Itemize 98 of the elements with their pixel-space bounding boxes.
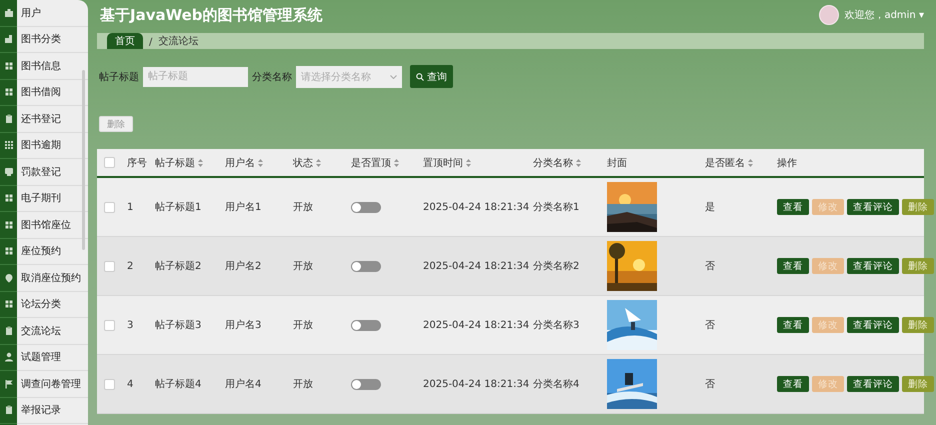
grid-icon	[4, 299, 14, 310]
breadcrumb-tab[interactable]: 首页	[107, 33, 143, 49]
grid-icon	[4, 220, 14, 230]
search-icon	[416, 72, 424, 80]
column-header: 状态	[293, 156, 313, 170]
pin-icon	[4, 272, 14, 283]
table-cell-text: 帖子标题4	[155, 378, 202, 391]
comments-button[interactable]: 查看评论	[847, 199, 899, 215]
table-cell-text: 4	[127, 378, 134, 390]
sidebar-item[interactable]: 论坛分类	[17, 292, 88, 318]
view-button[interactable]: 查看	[777, 199, 809, 215]
column-header: 置顶时间	[423, 156, 463, 170]
row-checkbox[interactable]	[104, 202, 115, 212]
sort-icon[interactable]	[394, 158, 399, 166]
field-label: 分类名称	[252, 70, 292, 84]
field-label: 帖子标题	[99, 70, 139, 84]
table-cell-text: 开放	[293, 201, 314, 214]
comments-button[interactable]: 查看评论	[847, 317, 899, 333]
table-cell-text: 2	[127, 260, 134, 272]
sort-icon[interactable]	[198, 158, 203, 166]
column-header: 用户名	[225, 156, 255, 170]
column-header: 帖子标题	[155, 156, 195, 170]
table-cell-text: 是	[705, 201, 716, 214]
table-cell-text: 2025-04-24 18:21:34	[423, 378, 530, 390]
grid-icon	[4, 193, 14, 204]
breadcrumb-item[interactable]: 交流论坛	[158, 34, 198, 49]
column-header: 是否置顶	[351, 156, 391, 170]
table-cell-text: 否	[705, 378, 716, 391]
table-cell-text: 开放	[293, 378, 314, 391]
view-button[interactable]: 查看	[777, 376, 809, 392]
table-cell-text: 开放	[293, 260, 314, 273]
comments-button[interactable]: 查看评论	[847, 376, 899, 392]
view-button[interactable]: 查看	[777, 258, 809, 274]
table-cell-text: 分类名称4	[533, 378, 580, 391]
clipboard-icon	[4, 114, 14, 124]
table-cell-text: 2025-04-24 18:21:34	[423, 260, 530, 272]
chevron-down-icon	[390, 74, 397, 78]
title-input[interactable]: 帖子标题	[143, 66, 248, 86]
table-cell-text: 2025-04-24 18:21:34	[423, 202, 530, 212]
select-all-checkbox[interactable]	[104, 157, 115, 168]
table-cell-text: 用户名2	[225, 260, 262, 273]
pin-toggle[interactable]	[351, 202, 381, 212]
table-cell-text: 分类名称2	[533, 260, 580, 273]
table-cell-text: 3	[127, 320, 134, 330]
sidebar-item[interactable]: 调查问卷管理	[17, 371, 88, 398]
column-header: 封面	[607, 156, 627, 170]
sort-icon[interactable]	[748, 158, 753, 166]
flag-icon	[4, 378, 14, 389]
briefcase-icon	[4, 8, 14, 18]
table-cell-text: 否	[705, 260, 716, 273]
table-cell-text: 否	[705, 319, 716, 332]
table-cell-text: 分类名称1	[533, 200, 580, 214]
table-cell-text: 帖子标题3	[155, 318, 202, 332]
column-header: 是否匿名	[705, 156, 745, 170]
sidebar-item[interactable]: 举报记录	[17, 398, 88, 424]
avatar[interactable]	[819, 5, 840, 25]
table-cell-text: 帖子标题1	[155, 200, 202, 214]
comments-button[interactable]: 查看评论	[847, 258, 899, 274]
clipboard-icon	[4, 405, 14, 416]
row-checkbox[interactable]	[104, 260, 115, 272]
table-cell-text: 分类名称3	[533, 318, 580, 332]
folder-icon	[4, 34, 14, 44]
grid-icon	[4, 87, 14, 98]
sort-icon[interactable]	[258, 158, 263, 166]
table-cell-text: 用户名3	[225, 318, 262, 332]
table-cell-text: 2025-04-24 18:21:34	[423, 320, 530, 330]
view-button[interactable]: 查看	[777, 317, 809, 333]
person-icon	[4, 352, 14, 362]
column-header: 序号	[127, 156, 147, 170]
sort-icon[interactable]	[576, 158, 581, 166]
grid-icon	[4, 140, 14, 150]
row-checkbox[interactable]	[104, 378, 115, 390]
column-header: 分类名称	[533, 156, 573, 170]
sort-icon[interactable]	[316, 158, 321, 166]
table-cell-text: 用户名4	[225, 378, 262, 391]
row-checkbox[interactable]	[104, 320, 115, 330]
sidebar-item[interactable]: 交流论坛	[17, 318, 88, 344]
sidebar-item[interactable]: 图书分类	[17, 26, 88, 53]
sidebar-item[interactable]: 试题管理	[17, 344, 88, 371]
sort-icon[interactable]	[466, 158, 471, 166]
pin-toggle[interactable]	[351, 378, 381, 390]
pin-toggle[interactable]	[351, 320, 381, 330]
breadcrumb-separator: /	[149, 37, 152, 49]
app-title: 基于JavaWeb的图书馆管理系统	[100, 6, 323, 24]
sidebar-item[interactable]: 取消座位预约	[17, 265, 88, 292]
table-cell-text: 开放	[293, 319, 314, 332]
query-button[interactable]: 查询	[410, 65, 453, 88]
column-header: 操作	[777, 156, 797, 170]
table-cell-text: 1	[127, 202, 134, 212]
monitor-icon	[4, 166, 14, 177]
clipboard-icon	[4, 326, 14, 336]
scrollbar[interactable]	[82, 70, 85, 250]
table-cell-text: 用户名1	[225, 200, 262, 214]
pin-toggle[interactable]	[351, 260, 381, 272]
grid-icon	[4, 60, 14, 71]
table-cell-text: 帖子标题2	[155, 260, 202, 273]
grid-icon	[4, 246, 14, 256]
sidebar-item[interactable]: 用户	[17, 0, 88, 26]
